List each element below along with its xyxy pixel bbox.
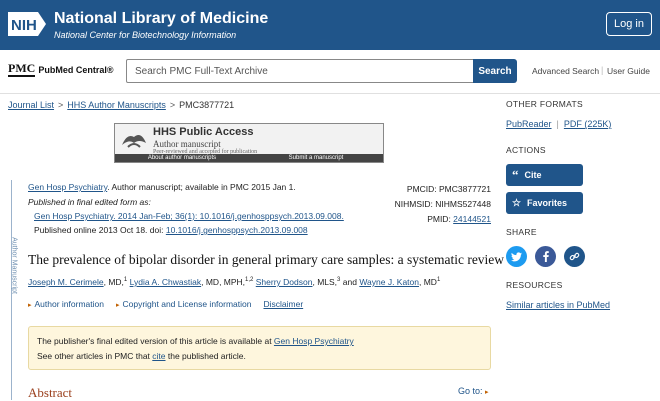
pmc-header: PMC PubMed Central® Search PMC Full-Text… xyxy=(0,50,660,94)
copyright-license-toggle[interactable]: ▸ Copyright and License information xyxy=(116,299,252,309)
notice-cite-link[interactable]: cite xyxy=(152,351,165,361)
breadcrumb-journal-list[interactable]: Journal List xyxy=(8,100,54,110)
notice-line-1: The publisher's final edited version of … xyxy=(37,334,482,349)
goto-menu[interactable]: Go to: ▸ xyxy=(458,386,489,396)
author-link[interactable]: Lydia A. Chwastiak xyxy=(130,277,202,287)
copy-link-icon[interactable] xyxy=(564,246,585,267)
breadcrumb: Journal List > HHS Author Manuscripts > … xyxy=(8,100,234,110)
format-links: PubReader | PDF (225K) xyxy=(506,119,611,129)
author-link[interactable]: Wayne J. Katon xyxy=(359,277,419,287)
search-button[interactable]: Search xyxy=(473,59,517,83)
published-online-line: Published online 2013 Oct 18. doi: 10.10… xyxy=(34,225,308,235)
article-title: The prevalence of bipolar disorder in ge… xyxy=(28,252,505,267)
author-information-link[interactable]: Author information xyxy=(35,299,104,309)
article-info-links: ▸ Author information ▸ Copyright and Licen… xyxy=(28,299,303,309)
about-author-manuscripts-link[interactable]: About author manuscripts xyxy=(115,154,249,162)
journal-link[interactable]: Gen Hosp Psychiatry xyxy=(28,182,107,192)
nihmsid: NIHMSID: NIHMS527448 xyxy=(394,199,491,209)
user-guide-link[interactable]: User Guide xyxy=(607,66,650,76)
pmid-link[interactable]: 24144521 xyxy=(453,214,491,224)
header-separator: | xyxy=(601,65,604,75)
disclaimer-link[interactable]: Disclaimer xyxy=(263,299,303,309)
other-formats-heading: OTHER FORMATS xyxy=(506,99,583,109)
pdf-link[interactable]: PDF (225K) xyxy=(564,119,612,129)
doi-link[interactable]: 10.1016/j.genhosppsych.2013.09.008 xyxy=(166,225,308,235)
login-button[interactable]: Log in xyxy=(606,12,652,36)
advanced-search-link[interactable]: Advanced Search xyxy=(532,66,599,76)
quote-icon: “ xyxy=(512,167,519,182)
expand-triangle-icon: ▸ xyxy=(115,302,120,309)
ncbi-subtitle: National Center for Biotechnology Inform… xyxy=(54,30,237,40)
pmc-logo-mark: PMC xyxy=(8,61,36,77)
share-heading: SHARE xyxy=(506,227,537,237)
author-affiliation: 1 xyxy=(436,277,441,284)
hhs-links-bar: About author manuscripts Submit a manusc… xyxy=(115,154,383,162)
citation-line: Gen Hosp Psychiatry. Author manuscript; … xyxy=(28,182,296,192)
hhs-public-access-box: HHS Public Access Author manuscript Peer… xyxy=(114,123,384,163)
breadcrumb-hhs-author-manuscripts[interactable]: HHS Author Manuscripts xyxy=(67,100,166,110)
notice-line-2-suffix: the published article. xyxy=(165,351,246,361)
pmid-row: PMID: 24144521 xyxy=(395,212,491,227)
facebook-share-icon[interactable] xyxy=(535,246,556,267)
author-suffix: , MD, MPH, xyxy=(201,277,246,287)
author-manuscript-side-label: Author Manuscript xyxy=(10,237,18,294)
nlm-title[interactable]: National Library of Medicine xyxy=(54,10,268,28)
favorites-button[interactable]: ☆ Favorites xyxy=(506,192,583,214)
author-suffix: , MD, xyxy=(103,277,124,287)
abstract-heading: Abstract xyxy=(28,385,73,400)
nih-logo[interactable]: NIH xyxy=(8,10,48,38)
pmcid: PMCID: PMC3877721 xyxy=(406,184,491,194)
twitter-share-icon[interactable] xyxy=(506,246,527,267)
notice-line-2: See other articles in PMC that cite the … xyxy=(37,349,482,364)
author-suffix: , MD xyxy=(419,277,437,287)
article-ids: PMCID: PMC3877721 NIHMSID: NIHMS527448 P… xyxy=(395,182,491,227)
submit-manuscript-link[interactable]: Submit a manuscript xyxy=(249,154,383,162)
cite-label: Cite xyxy=(524,170,542,180)
cite-button[interactable]: “ Cite xyxy=(506,164,583,186)
hhs-subtitle: Author manuscript xyxy=(153,139,221,149)
goto-triangle-icon: ▸ xyxy=(485,389,489,396)
hhs-title: HHS Public Access xyxy=(153,126,254,138)
pmc-logo-text: PubMed Central® xyxy=(38,64,114,75)
actions-heading: ACTIONS xyxy=(506,145,546,155)
breadcrumb-current: PMC3877721 xyxy=(179,100,235,110)
copyright-license-link[interactable]: Copyright and License information xyxy=(122,299,251,309)
notice-line-1-text: The publisher's final edited version of … xyxy=(37,336,274,346)
author-affiliation: 1,2 xyxy=(245,277,254,284)
resources-heading: RESOURCES xyxy=(506,280,563,290)
published-ref-line: Gen Hosp Psychiatry. 2014 Jan-Feb; 36(1)… xyxy=(34,211,344,221)
pubreader-link[interactable]: PubReader xyxy=(506,119,552,129)
citation-availability: . Author manuscript; available in PMC 20… xyxy=(107,182,296,192)
svg-text:NIH: NIH xyxy=(11,17,37,34)
search-placeholder: Search PMC Full-Text Archive xyxy=(135,65,268,77)
published-ref-link[interactable]: Gen Hosp Psychiatry. 2014 Jan-Feb; 36(1)… xyxy=(34,211,344,221)
author-affiliation: 3 xyxy=(337,277,341,284)
author-link[interactable]: Sherry Dodson xyxy=(256,277,313,287)
pmid-label: PMID: xyxy=(427,214,454,224)
published-label: Published in final edited form as: xyxy=(28,197,151,207)
notice-line-2-text: See other articles in PMC that xyxy=(37,351,153,361)
star-icon: ☆ xyxy=(512,197,521,209)
expand-triangle-icon: ▸ xyxy=(28,302,32,309)
author-affiliation: 1 xyxy=(123,277,128,284)
breadcrumb-separator: > xyxy=(58,100,64,110)
nih-banner: NIH National Library of Medicine Nationa… xyxy=(0,0,660,50)
search-input[interactable]: Search PMC Full-Text Archive xyxy=(126,59,474,83)
notice-journal-link[interactable]: Gen Hosp Psychiatry xyxy=(274,336,354,346)
author-list: Joseph M. Cerimele, MD,1 Lydia A. Chwast… xyxy=(28,277,440,287)
breadcrumb-separator: > xyxy=(169,100,176,110)
author-information-toggle[interactable]: ▸ Author information xyxy=(28,299,104,309)
similar-articles-link[interactable]: Similar articles in PubMed xyxy=(506,300,610,310)
hhs-eagle-icon xyxy=(122,135,146,148)
author-suffix: , MLS, xyxy=(312,277,338,287)
author-joiner: and xyxy=(342,277,357,287)
published-online-prefix: Published online 2013 Oct 18. doi: xyxy=(34,225,166,235)
favorites-label: Favorites xyxy=(526,198,567,208)
share-buttons xyxy=(506,246,585,267)
author-link[interactable]: Joseph M. Cerimele xyxy=(28,277,104,287)
format-separator: | xyxy=(556,119,559,129)
pmc-logo[interactable]: PMC PubMed Central® xyxy=(8,62,113,77)
publisher-notice: The publisher's final edited version of … xyxy=(28,326,491,370)
goto-label: Go to: xyxy=(458,386,483,396)
